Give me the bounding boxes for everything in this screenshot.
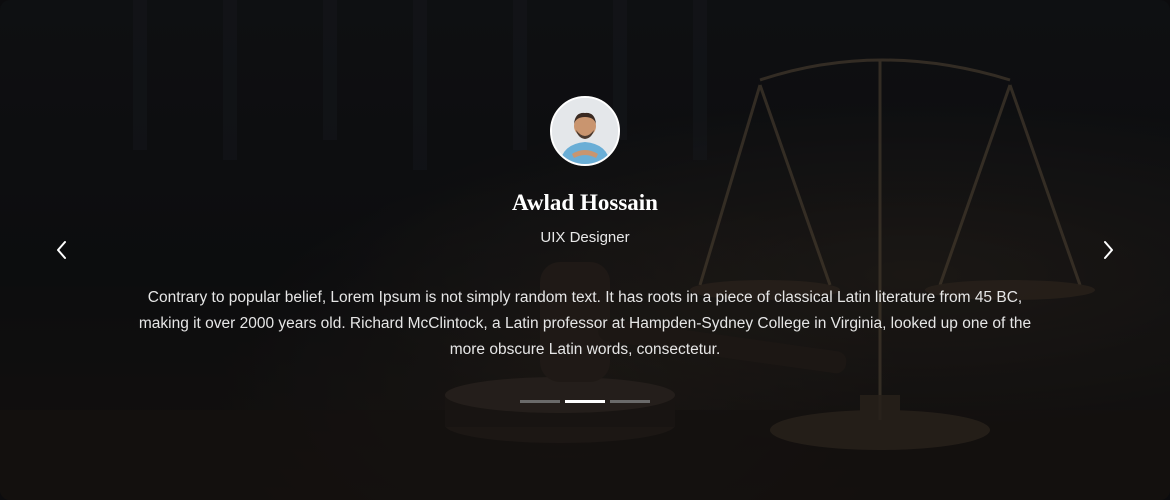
pagination-dot-3[interactable] [610, 400, 650, 403]
testimonial-name: Awlad Hossain [512, 190, 658, 215]
previous-slide-button[interactable] [50, 238, 74, 262]
person-avatar-icon [552, 98, 618, 164]
carousel-pagination [520, 400, 650, 403]
testimonial-role: UIX Designer [540, 229, 630, 246]
chevron-right-icon [1104, 241, 1113, 259]
avatar [550, 96, 620, 166]
chevron-left-icon [57, 241, 66, 259]
pagination-dot-2[interactable] [565, 400, 605, 403]
testimonial-hero: Awlad Hossain UIX Designer Contrary to p… [0, 0, 1170, 500]
pagination-dot-1[interactable] [520, 400, 560, 403]
next-slide-button[interactable] [1096, 238, 1120, 262]
testimonial-quote: Contrary to popular belief, Lorem Ipsum … [138, 289, 1032, 358]
testimonial-slide: Awlad Hossain UIX Designer Contrary to p… [0, 0, 1170, 500]
